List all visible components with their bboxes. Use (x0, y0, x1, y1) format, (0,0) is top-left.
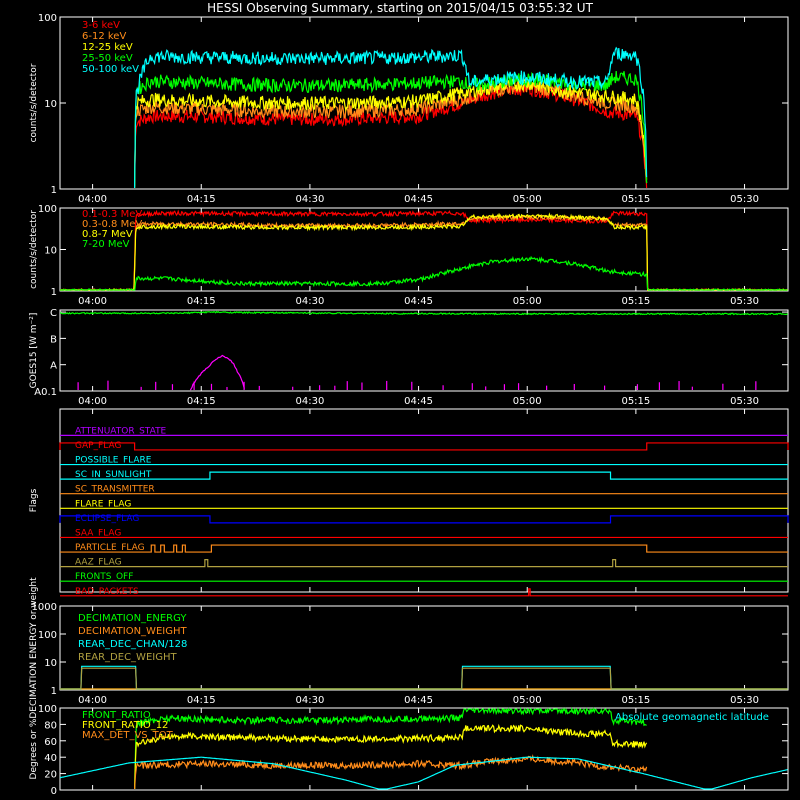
x-tick-label: 05:15 (621, 296, 650, 307)
y-tick-label: 1 (51, 686, 57, 697)
x-tick-label: 04:30 (295, 695, 324, 706)
y-tick-label: 60 (44, 737, 57, 748)
x-tick-label: 04:00 (78, 695, 107, 706)
legend-entry: 25-50 keV (82, 53, 133, 64)
y-tick-label: 10 (44, 246, 57, 257)
y-tick-label: 1 (51, 185, 57, 196)
x-tick-label: 05:15 (621, 695, 650, 706)
x-tick-label: 04:45 (404, 194, 433, 205)
legend-entry: REAR_DEC_WEIGHT (78, 652, 177, 663)
x-tick-label: 04:30 (295, 396, 324, 407)
legend-entry: Absolute geomagnetic latitude (615, 712, 769, 723)
y-axis-label: Degrees or % (29, 718, 39, 779)
x-tick-label: 04:30 (295, 194, 324, 205)
y-tick-label: 100 (38, 704, 57, 715)
y-tick-label: 40 (44, 753, 57, 764)
x-tick-label: 04:00 (78, 296, 107, 307)
x-tick-label: 04:30 (295, 296, 324, 307)
legend-entry: 12-25 keV (82, 42, 133, 53)
x-tick-label: 04:15 (187, 296, 216, 307)
y-tick-label: A (50, 361, 57, 372)
legend-entry: 6-12 keV (82, 31, 126, 42)
y-tick-label: 20 (44, 770, 57, 781)
y-tick-label: 10 (44, 99, 57, 110)
x-tick-label: 05:00 (513, 695, 542, 706)
x-tick-label: 05:00 (513, 194, 542, 205)
y-axis-label: Flags (29, 488, 39, 512)
y-tick-label: 100 (38, 13, 57, 24)
y-tick-label: 0 (51, 786, 57, 797)
x-tick-label: 05:00 (513, 396, 542, 407)
legend-entry: DECIMATION_WEIGHT (78, 626, 187, 637)
x-tick-label: 05:30 (730, 695, 759, 706)
x-tick-label: 04:15 (187, 194, 216, 205)
x-tick-label: 04:15 (187, 695, 216, 706)
legend-entry: DECIMATION_ENERGY (78, 613, 187, 624)
x-tick-label: 05:30 (730, 296, 759, 307)
legend-entry: 3-6 keV (82, 20, 120, 31)
y-tick-label: 10 (44, 658, 57, 669)
x-tick-label: 04:45 (404, 296, 433, 307)
x-tick-label: 04:00 (78, 396, 107, 407)
observing-summary-figure: HESSI Observing Summary, starting on 201… (0, 0, 800, 800)
y-tick-label: 100 (38, 204, 57, 215)
legend-entry: 50-100 keV (82, 64, 139, 75)
x-tick-label: 05:15 (621, 396, 650, 407)
x-tick-label: 05:00 (513, 296, 542, 307)
y-axis-label: counts/s/detector (29, 210, 39, 289)
x-tick-label: 05:30 (730, 396, 759, 407)
y-axis-label: counts/s/detector (29, 63, 39, 142)
x-tick-label: 05:30 (730, 194, 759, 205)
x-tick-label: 04:15 (187, 396, 216, 407)
legend-entry: MAX_DET_VS_TOT (82, 730, 174, 741)
y-tick-label: 1 (51, 287, 57, 298)
x-tick-label: 05:15 (621, 194, 650, 205)
y-tick-label: 80 (44, 720, 57, 731)
x-tick-label: 04:45 (404, 396, 433, 407)
y-axis-label: DECIMATION ENERGY or weight (29, 577, 39, 719)
x-tick-label: 04:00 (78, 194, 107, 205)
y-axis-label: GOES15 [W m⁻²] (29, 313, 39, 389)
figure-title: HESSI Observing Summary, starting on 201… (207, 1, 593, 15)
legend-entry: 7-20 MeV (82, 239, 130, 250)
y-tick-label: C (50, 308, 57, 319)
x-tick-label: 04:45 (404, 695, 433, 706)
legend-entry: REAR_DEC_CHAN/128 (78, 639, 187, 650)
y-tick-label: B (50, 334, 57, 345)
y-tick-label: 100 (38, 630, 57, 641)
